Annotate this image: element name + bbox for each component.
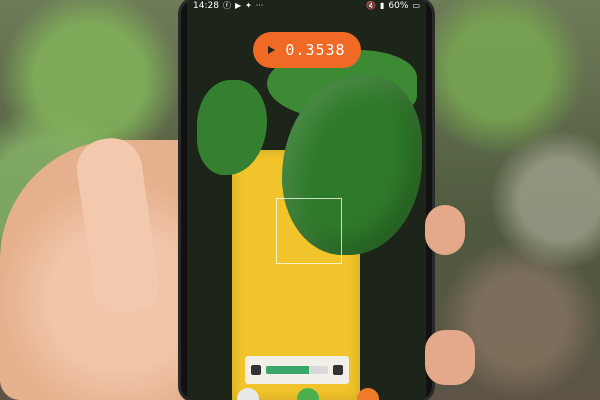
progress-bar <box>266 366 328 374</box>
finger-2 <box>425 330 475 385</box>
battery-icon: ▭ <box>412 1 420 10</box>
nav-button-right[interactable] <box>357 388 379 400</box>
facebook-icon: ⓕ <box>222 1 231 10</box>
battery-percent: 60% <box>388 1 409 11</box>
result-value: 0.3538 <box>285 41 346 59</box>
youtube-icon: ▶ <box>234 1 242 10</box>
result-pill[interactable]: 0.3538 <box>253 32 361 68</box>
mute-icon: 🔇 <box>366 1 377 10</box>
clock: 14:28 <box>193 1 219 11</box>
play-icon[interactable] <box>268 46 276 54</box>
image-icon <box>251 365 261 375</box>
more-icon: ··· <box>255 1 264 10</box>
scan-target-box <box>276 198 342 264</box>
finger-1 <box>425 205 465 255</box>
phone: 14:28 ⓕ ▶ ✦ ··· 🔇 ▮ 60% ▭ 0.3538 <box>181 0 432 400</box>
twitter-icon: ✦ <box>245 1 252 10</box>
phone-screen: 14:28 ⓕ ▶ ✦ ··· 🔇 ▮ 60% ▭ 0.3538 <box>187 0 426 400</box>
image-icon-2 <box>333 365 343 375</box>
signal-icon: ▮ <box>380 1 385 10</box>
progress-fill <box>266 366 310 374</box>
status-bar: 14:28 ⓕ ▶ ✦ ··· 🔇 ▮ 60% ▭ <box>187 0 426 12</box>
bottom-card[interactable] <box>245 356 349 384</box>
